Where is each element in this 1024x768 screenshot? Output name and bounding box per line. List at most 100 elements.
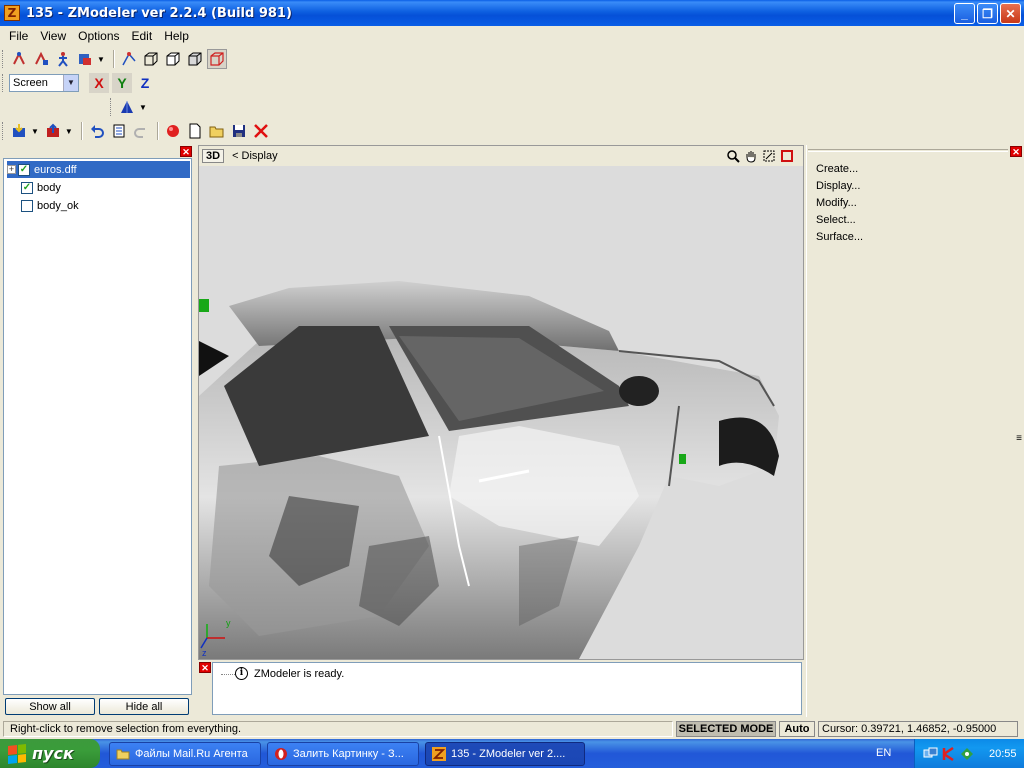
kaspersky-icon[interactable] [942,746,956,762]
panel-close-icon[interactable]: ✕ [180,146,192,157]
clock[interactable]: 20:55 [989,748,1017,760]
coordinate-system-select[interactable]: Screen ▼ [9,74,79,92]
taskbar: пуск Файлы Mail.Ru Агента Залить Картинк… [0,739,1024,768]
tree-item-body[interactable]: ✓ body [21,179,61,196]
message-item: i ZModeler is ready. [235,667,344,680]
new-file-icon[interactable] [185,121,205,141]
opera-browser-icon [275,748,287,760]
axis-x-toggle[interactable]: X [89,73,109,93]
rotate-view-icon[interactable] [761,148,777,164]
pivot-toolbar: ▼ [108,95,151,119]
panel-grip[interactable] [808,149,1008,152]
message-log[interactable]: i ZModeler is ready. [212,662,802,715]
cursor-readout: Cursor: 0.39721, 1.46852, -0.95000 [818,721,1018,737]
chevron-down-icon[interactable]: ▼ [63,75,78,91]
title-bar: Z 135 - ZModeler ver 2.2.4 (Build 981) _… [0,0,1024,26]
start-button[interactable]: пуск [0,739,100,768]
chevron-down-icon[interactable]: ▼ [31,127,39,136]
3d-canvas[interactable]: y z [199,166,803,659]
viewport-mode-button[interactable]: 3D [202,149,225,163]
toolbar-grip[interactable] [2,74,5,92]
menu-file[interactable]: File [3,29,34,43]
vertex-mode-icon[interactable] [119,49,139,69]
axis-z-label: z [202,648,207,658]
panel-resize-grip-icon[interactable]: ≡ [1016,433,1022,444]
command-select[interactable]: Select... [816,212,863,229]
hide-all-button[interactable]: Hide all [99,698,189,715]
show-all-button[interactable]: Show all [5,698,95,715]
system-tray: 20:55 [914,739,1024,768]
menu-help[interactable]: Help [158,29,195,43]
panel-close-icon[interactable]: ✕ [199,662,211,673]
file-toolbar: ▼ ▼ [0,119,273,143]
command-create[interactable]: Create... [816,161,863,178]
move-figure-icon[interactable] [53,49,73,69]
menu-options[interactable]: Options [72,29,125,43]
toolbar-grip[interactable] [2,50,5,68]
command-surface[interactable]: Surface... [816,229,863,246]
export-icon[interactable] [43,121,63,141]
edge-mode-icon[interactable] [141,49,161,69]
selected-mode-indicator[interactable]: SELECTED MODE [676,721,776,737]
axis-z-toggle[interactable]: Z [135,73,155,93]
visibility-checkbox[interactable]: ✓ [21,181,33,194]
folder-icon [116,749,130,760]
close-button[interactable]: ✕ [1000,3,1021,24]
task-label: Залить Картинку - З... [293,748,404,760]
language-indicator[interactable]: EN [876,747,891,759]
save-icon[interactable] [229,121,249,141]
chevron-down-icon[interactable]: ▼ [97,55,105,64]
object-mode-icon[interactable] [185,49,205,69]
material-sphere-icon[interactable] [163,121,183,141]
undo-icon[interactable] [87,121,107,141]
command-display[interactable]: Display... [816,178,863,195]
face-mode-icon[interactable] [163,49,183,69]
task-label: 135 - ZModeler ver 2.... [451,748,566,760]
import-icon[interactable] [9,121,29,141]
menu-edit[interactable]: Edit [126,29,159,43]
open-folder-icon[interactable] [207,121,227,141]
maximize-viewport-icon[interactable] [779,148,795,164]
object-tree[interactable]: + ✓ euros.dff ✓ body body_ok [3,158,192,695]
zoom-icon[interactable] [725,148,741,164]
panel-close-icon[interactable]: ✕ [1010,146,1022,157]
box-select-mode-icon[interactable] [206,49,227,69]
toolbar-grip[interactable] [110,98,113,116]
tree-item-euros[interactable]: + ✓ euros.dff [7,161,190,178]
zmodeler-app-icon[interactable]: Z [4,5,20,21]
minimize-button[interactable]: _ [954,3,975,24]
network-icon[interactable] [923,746,939,762]
command-panel: ✕ Create... Display... Modify... Select.… [806,145,1024,717]
pan-hand-icon[interactable] [743,148,759,164]
menu-view[interactable]: View [34,29,72,43]
message-text: ZModeler is ready. [254,667,345,680]
chevron-down-icon[interactable]: ▼ [65,127,73,136]
status-hint: Right-click to remove selection from eve… [3,721,673,737]
delete-icon[interactable] [251,121,271,141]
visibility-checkbox[interactable] [21,199,33,212]
auto-indicator[interactable]: Auto [779,721,815,737]
axis-y-toggle[interactable]: Y [112,73,132,93]
expand-plus-icon[interactable]: + [7,165,16,174]
toolbar-grip[interactable] [2,122,5,140]
transform-icon[interactable] [75,49,95,69]
command-modify[interactable]: Modify... [816,195,863,212]
axis-toolbar: Screen ▼ X Y Z [0,71,158,95]
chevron-down-icon[interactable]: ▼ [139,103,147,112]
history-icon[interactable] [109,121,129,141]
tree-item-label: euros.dff [34,163,77,176]
task-upload-image[interactable]: Залить Картинку - З... [267,742,419,766]
select-tool-icon[interactable] [9,49,29,69]
visibility-checkbox[interactable]: ✓ [18,163,30,176]
maximize-button[interactable]: ❐ [977,3,998,24]
select-by-icon[interactable] [31,49,51,69]
tray-app-icon[interactable] [959,746,975,762]
task-mail-agent[interactable]: Файлы Mail.Ru Агента [109,742,261,766]
pivot-tetra-icon[interactable] [117,97,137,117]
tree-item-body-ok[interactable]: body_ok [21,197,79,214]
task-zmodeler[interactable]: 135 - ZModeler ver 2.... [425,742,585,766]
info-icon: i [235,667,248,680]
viewport-display-label[interactable]: < Display [232,150,278,162]
coordinate-system-value: Screen [13,77,48,89]
menu-bar: File View Options Edit Help [0,26,1024,46]
